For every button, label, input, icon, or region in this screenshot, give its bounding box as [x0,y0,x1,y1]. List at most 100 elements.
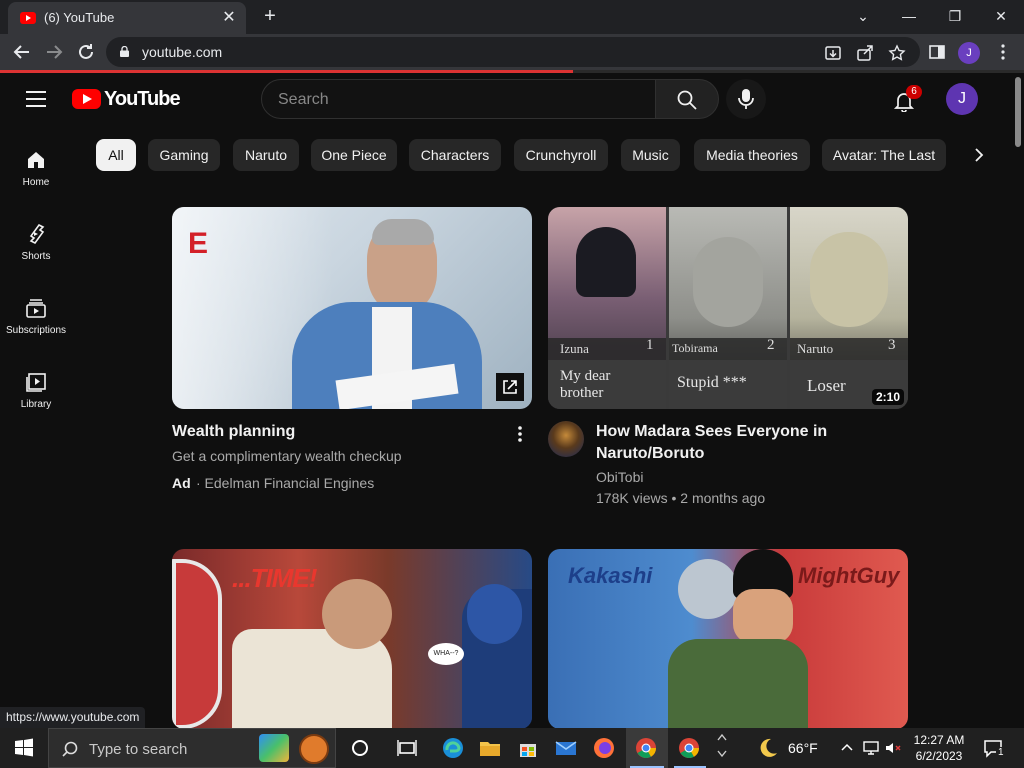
kebab-menu-icon [518,426,522,442]
chip-gaming[interactable]: Gaming [148,139,220,171]
voice-search-button[interactable] [726,79,766,119]
chip-one-piece[interactable]: One Piece [311,139,397,171]
chip-music[interactable]: Music [621,139,680,171]
chips-next-button[interactable] [962,139,996,171]
chip-crunchyroll[interactable]: Crunchyroll [514,139,608,171]
channel-avatar-obitobi[interactable] [548,421,584,457]
video-thumbnail-madara[interactable]: Izuna 1 Tobirama 2 Naruto 3 My dear brot… [548,207,908,409]
video-title-madara-line2[interactable]: Naruto/Boruto [596,443,704,465]
video-metadata: 178K views • 2 months ago [596,490,766,506]
video-thumbnail-kakashi-guy[interactable]: Kakashi MightGuy [548,549,908,729]
panel-num-2: 2 [767,337,775,353]
search-icon [62,741,78,757]
install-icon [825,46,841,60]
browser-menu-button[interactable] [994,43,1012,61]
windows-logo-icon [15,738,33,757]
side-panel-icon [929,45,945,59]
video-title-madara-line1[interactable]: How Madara Sees Everyone in [596,421,827,443]
guide-item-library[interactable]: Library [0,367,72,437]
guide-menu-button[interactable] [26,91,46,107]
chip-all[interactable]: All [96,139,136,171]
panel-caption-2: Stupid *** [677,374,747,391]
taskbar-edge[interactable] [441,736,465,760]
panel-name-3: Naruto [797,341,834,356]
forward-button[interactable] [42,40,66,64]
taskbar-search[interactable]: Type to search [48,728,336,768]
taskbar-firefox[interactable] [592,736,616,760]
video-thumbnail-wealth-planning[interactable]: E [172,207,532,409]
browser-toolbar: youtube.com J [0,34,1024,70]
channel-name[interactable]: ObiTobi [596,469,643,485]
youtube-logo-text: YouTube [104,88,181,110]
browser-profile-button[interactable]: J [958,42,980,64]
chip-media-theories[interactable]: Media theories [694,139,810,171]
status-bar-url: https://www.youtube.com [0,707,146,728]
reload-button[interactable] [74,40,98,64]
video-title-wealth-planning[interactable]: Wealth planning [172,421,295,443]
home-icon [28,152,44,168]
advertiser-name[interactable]: · Edelman Financial Engines [196,475,374,491]
account-avatar[interactable]: J [946,83,978,115]
minimize-button[interactable]: — [894,4,924,28]
bookmark-button[interactable] [888,44,906,62]
speaker-muted-icon [886,743,901,753]
basketball-icon [299,734,329,764]
restore-button[interactable]: ❐ [940,4,970,28]
guide-item-home[interactable]: Home [0,145,72,215]
taskbar-overflow-button[interactable] [714,730,730,766]
chrome-icon [636,738,657,758]
scrollbar-thumb[interactable] [1015,77,1021,147]
taskbar-chrome-1[interactable] [634,736,658,760]
weather-widget[interactable] [756,736,780,760]
open-link-button[interactable] [496,373,524,401]
firefox-icon [594,738,614,758]
izuna-hair [576,227,636,297]
action-center-button[interactable]: 1 [982,737,1006,759]
search-button[interactable] [655,79,719,119]
cortana-button[interactable] [348,736,372,760]
search-icon [677,90,697,110]
notification-count-badge: 6 [906,85,922,99]
network-button[interactable] [862,739,880,757]
library-icon [26,373,46,392]
taskbar-chrome-2[interactable] [677,736,701,760]
address-bar[interactable]: youtube.com [106,37,920,67]
search-input[interactable] [278,89,638,111]
chip-naruto[interactable]: Naruto [233,139,299,171]
kebab-menu-icon [1001,44,1005,60]
video-menu-button[interactable] [510,424,530,444]
window-close-button[interactable]: ✕ [986,4,1016,28]
start-button[interactable] [12,736,36,760]
install-app-button[interactable] [824,44,842,62]
taskbar-store[interactable] [516,736,540,760]
edge-icon [443,738,463,758]
video-thumbnail-comic[interactable]: ...TIME! WHA--? [172,549,532,729]
tab-close-button[interactable]: ✕ [218,7,240,29]
external-link-icon [503,380,517,394]
tab-search-button[interactable]: ⌄ [848,4,878,28]
search-highlight-icon [259,734,289,762]
browser-tab-youtube[interactable]: (6) YouTube ✕ [8,2,246,34]
page-scrollbar[interactable] [1012,73,1024,728]
arrow-left-icon [13,45,29,59]
task-view-button[interactable] [395,736,419,760]
chip-characters[interactable]: Characters [409,139,501,171]
share-button[interactable] [856,44,874,62]
clock-date: 6/2/2023 [915,749,963,763]
show-hidden-icons-button[interactable] [840,740,854,754]
arrow-right-icon [47,45,63,59]
guide-item-shorts[interactable]: Shorts [0,219,72,289]
guide-item-subscriptions[interactable]: Subscriptions [0,293,72,363]
taskbar-mail[interactable] [554,736,578,760]
volume-button[interactable] [884,739,902,757]
side-panel-button[interactable] [928,43,946,61]
guy-face [733,589,793,644]
taskbar-file-explorer[interactable] [478,736,502,760]
man-hair [372,219,434,245]
new-tab-button[interactable]: + [258,4,282,28]
chip-avatar-the-last[interactable]: Avatar: The Last [822,139,946,171]
back-button[interactable] [10,40,34,64]
man-face [322,579,392,649]
kakashi-head [678,559,738,619]
taskbar-clock[interactable]: 12:27 AM 6/2/2023 [906,732,972,764]
